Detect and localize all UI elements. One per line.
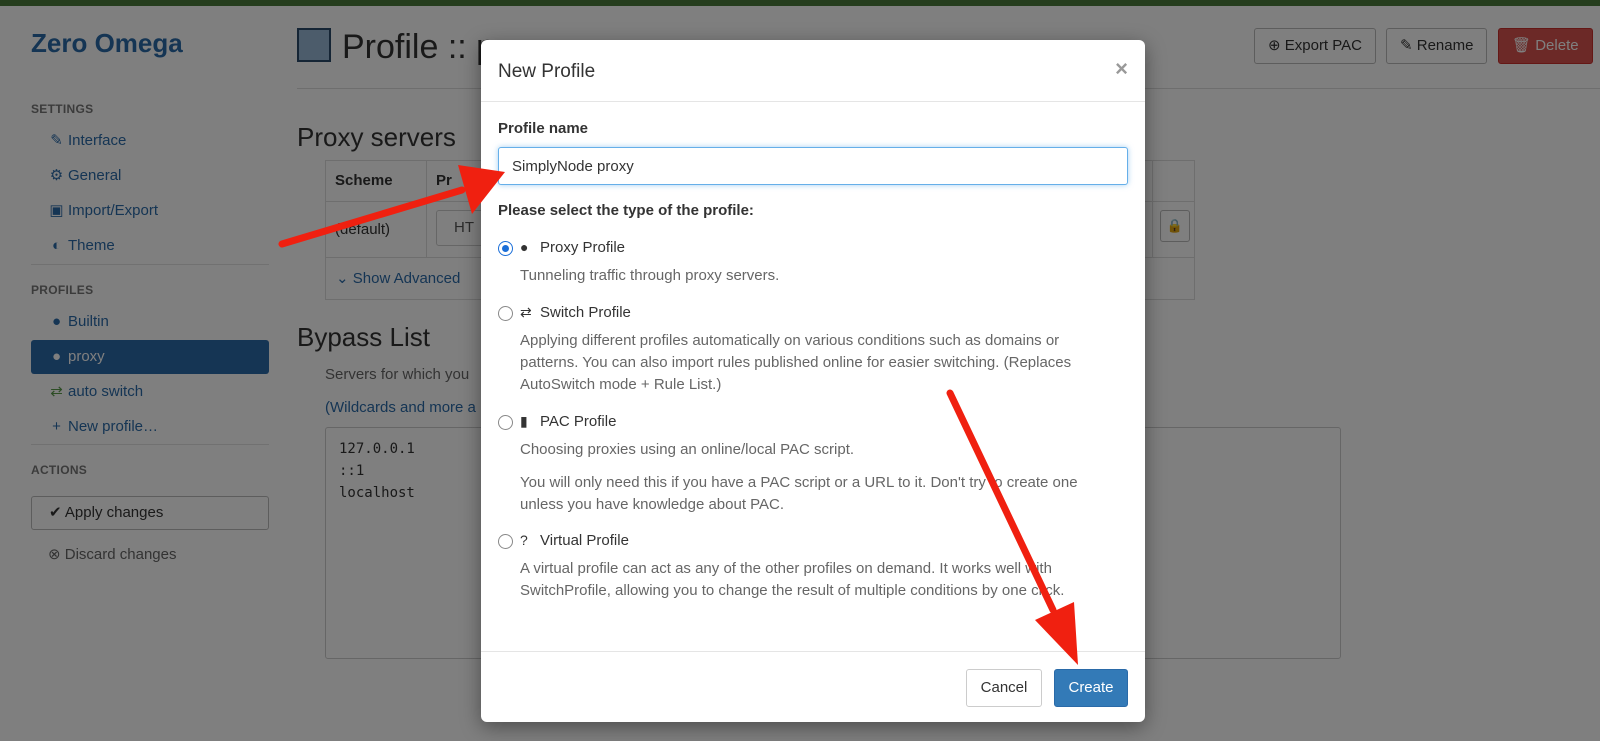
globe-icon: ●	[520, 239, 529, 255]
option-description: Choosing proxies using an online/local P…	[520, 441, 855, 458]
option-title: ▮ PAC Profile	[520, 413, 616, 430]
option-title: ⇄ Switch Profile	[520, 304, 631, 321]
option-description: Tunneling traffic through proxy servers.	[520, 267, 780, 284]
option-title-text: Switch Profile	[540, 304, 631, 321]
option-title-text: Proxy Profile	[540, 239, 626, 256]
switch-profile-radio[interactable]	[498, 306, 513, 321]
dialog-header-divider	[481, 101, 1145, 102]
option-title-text: PAC Profile	[540, 413, 617, 430]
create-button[interactable]: Create	[1054, 669, 1128, 707]
profile-name-label: Profile name	[498, 120, 589, 137]
file-icon: ▮	[520, 413, 528, 429]
option-description: A virtual profile can act as any of the …	[520, 560, 1065, 599]
pac-profile-radio[interactable]	[498, 415, 513, 430]
option-note: You will only need this if you have a PA…	[520, 474, 1078, 513]
virtual-profile-radio[interactable]	[498, 534, 513, 549]
switch-arrows-icon: ⇄	[520, 304, 532, 320]
dialog-footer-divider	[481, 651, 1145, 652]
profile-name-input[interactable]	[498, 147, 1128, 185]
close-icon[interactable]: ×	[1115, 56, 1128, 82]
option-title: ? Virtual Profile	[520, 532, 629, 549]
proxy-profile-radio[interactable]	[498, 241, 513, 256]
new-profile-dialog: New Profile × Profile name Please select…	[481, 40, 1145, 722]
profile-type-label: Please select the type of the profile:	[498, 202, 754, 219]
option-title: ● Proxy Profile	[520, 239, 625, 256]
option-description: Applying different profiles automaticall…	[520, 332, 1072, 393]
question-circle-icon: ?	[520, 532, 528, 548]
cancel-button[interactable]: Cancel	[966, 669, 1042, 707]
dialog-title: New Profile	[498, 61, 596, 82]
option-title-text: Virtual Profile	[540, 532, 629, 549]
